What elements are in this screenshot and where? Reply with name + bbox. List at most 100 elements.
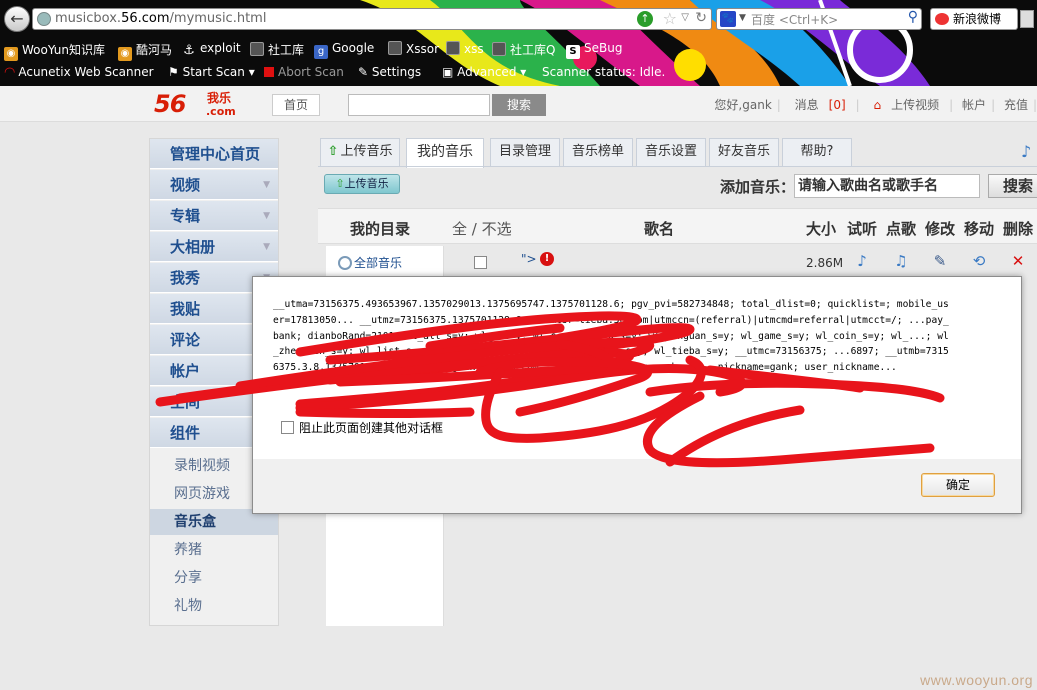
bookmark-xssor[interactable]: Xssor bbox=[388, 41, 439, 56]
google-icon: g bbox=[314, 45, 328, 59]
advanced-button[interactable]: ▣ Advanced ▾ bbox=[442, 65, 526, 79]
sidebar-item-video[interactable]: 视频 ▼ bbox=[150, 170, 278, 200]
header-delete: 删除 bbox=[1003, 220, 1034, 238]
refresh-icon[interactable]: ↻ bbox=[695, 10, 707, 26]
baidu-paw-icon[interactable]: 🐾 bbox=[720, 11, 736, 27]
add-music-input[interactable]: 请输入歌曲名或歌手名 bbox=[794, 174, 980, 198]
site-globe-icon bbox=[37, 12, 51, 26]
delete-icon[interactable]: ✕ bbox=[1009, 252, 1027, 270]
site-search-button[interactable]: 搜索 bbox=[492, 94, 546, 116]
bookmark-shegongku[interactable]: 社工库 bbox=[250, 41, 304, 58]
header-request: 点歌 bbox=[886, 220, 917, 238]
logo-number: 56 bbox=[154, 90, 186, 118]
move-icon[interactable]: ⟲ bbox=[970, 252, 988, 270]
add-music-search-button[interactable]: 搜索 bbox=[988, 174, 1037, 198]
sidebar-sub-gift[interactable]: 礼物 bbox=[150, 593, 278, 619]
abort-scan-button[interactable]: Abort Scan bbox=[264, 65, 344, 79]
upload-arrow-icon: ⇧ bbox=[327, 144, 339, 159]
sidebar-item-home[interactable]: 管理中心首页 bbox=[150, 139, 278, 169]
chevron-down-icon: ▼ bbox=[263, 242, 270, 252]
header-catalog: 我的目录 bbox=[350, 220, 411, 238]
upload-video-link[interactable]: ⌂ 上传视频 bbox=[869, 98, 945, 112]
account-link[interactable]: 帐户 bbox=[962, 98, 986, 112]
tab-divider bbox=[318, 166, 1037, 167]
upload-music-button[interactable]: ⇧上传音乐 bbox=[324, 174, 400, 194]
site-header: 56 我乐 .com 首页 搜索 您好,gank | 消息 [0] | ⌂ 上传视频 | … bbox=[0, 86, 1037, 122]
bookmark-sebug[interactable]: S SeBug bbox=[566, 41, 622, 59]
bookmark-kuhema[interactable]: ◉ 酷河马 bbox=[118, 41, 172, 61]
tab-help[interactable]: 帮助? bbox=[782, 138, 852, 166]
stop-icon bbox=[264, 67, 274, 77]
engine-dropdown-icon[interactable]: ▼ bbox=[739, 13, 746, 23]
row-checkbox[interactable] bbox=[474, 256, 487, 269]
weibo-label: 新浪微博 bbox=[953, 12, 1002, 26]
home-upload-icon: ⌂ bbox=[873, 98, 882, 112]
request-icon[interactable]: ♫ bbox=[892, 252, 910, 270]
rss-icon: ◉ bbox=[4, 47, 18, 61]
table-row: "> ! 2.86M ♪ ♫ ✎ ⟲ ✕ bbox=[318, 246, 1037, 280]
messages-link[interactable]: 消息 [0] bbox=[790, 98, 851, 112]
sidebar-item-album[interactable]: 专辑 ▼ bbox=[150, 201, 278, 231]
suppress-dialogs-checkbox[interactable]: 阻止此页面创建其他对话框 bbox=[281, 419, 443, 436]
grid-icon bbox=[492, 42, 506, 56]
header-move: 移动 bbox=[964, 220, 995, 238]
weibo-button[interactable]: 新浪微博 bbox=[930, 8, 1018, 30]
chevron-down-icon: ▼ bbox=[263, 211, 270, 221]
search-icon[interactable]: ⚲ bbox=[908, 9, 918, 25]
home-button[interactable]: 首页 bbox=[272, 94, 320, 116]
bookmark-google[interactable]: g Google bbox=[314, 41, 374, 59]
bookmark-exploit[interactable]: ⚓ exploit bbox=[182, 41, 240, 58]
bookmarks-bar: ◉ WooYun知识库 ◉ 酷河马 ⚓ exploit 社工库 g Google Xss… bbox=[0, 38, 1037, 62]
suppress-label: 阻止此页面创建其他对话框 bbox=[299, 421, 444, 435]
bookmark-star-icon[interactable]: ☆ bbox=[663, 9, 677, 28]
go-arrow-icon[interactable]: ↑ bbox=[637, 11, 653, 27]
scan-icon: ⚑ bbox=[168, 65, 183, 79]
alert-dialog: __utma=73156375.493653967.1357029013.137… bbox=[252, 276, 1022, 514]
advanced-icon: ▣ bbox=[442, 65, 458, 79]
site-logo[interactable]: 56 我乐 .com bbox=[154, 90, 236, 118]
tab-settings[interactable]: 音乐设置 bbox=[636, 138, 706, 166]
bookmark-xss[interactable]: xss bbox=[446, 41, 484, 56]
header-song-name: 歌名 bbox=[644, 220, 675, 238]
back-button[interactable]: ← bbox=[4, 6, 30, 32]
chevron-down-icon: ▼ bbox=[263, 180, 270, 190]
weibo-icon bbox=[935, 12, 949, 25]
upload-arrow-icon: ⇧ bbox=[335, 177, 345, 190]
browser-chrome: ← musicbox.56.com/mymusic.html ↑ ☆ ▽ ↻ 🐾… bbox=[0, 0, 1037, 86]
start-scan-button[interactable]: ⚑ Start Scan ▾ bbox=[168, 65, 255, 79]
dialog-message: __utma=73156375.493653967.1357029013.137… bbox=[273, 299, 949, 374]
grid-icon bbox=[446, 41, 460, 55]
recharge-link[interactable]: 充值 bbox=[1004, 98, 1028, 112]
bookmark-shegongku-q[interactable]: 社工库Q bbox=[492, 41, 555, 58]
address-bar[interactable]: musicbox.56.com/mymusic.html ↑ ☆ ▽ ↻ bbox=[32, 8, 712, 30]
acunetix-title[interactable]: ◠ Acunetix Web Scanner bbox=[4, 65, 154, 80]
search-engine-bar[interactable]: 🐾 ▼ 百度 <Ctrl+K> ⚲ bbox=[716, 8, 922, 30]
sidebar-sub-pig[interactable]: 养猪 bbox=[150, 537, 278, 563]
tab-friends-music[interactable]: 好友音乐 bbox=[709, 138, 779, 166]
music-note-icon: ♪ bbox=[1021, 142, 1032, 161]
sidebar-item-photo[interactable]: 大相册 ▼ bbox=[150, 232, 278, 262]
site-search-input[interactable] bbox=[348, 94, 490, 116]
bookmark-wooyun[interactable]: ◉ WooYun知识库 bbox=[4, 41, 105, 61]
row-song-name[interactable]: "> bbox=[521, 252, 537, 266]
settings-button[interactable]: ✎ Settings bbox=[358, 65, 421, 79]
toolbar-overflow-button[interactable] bbox=[1020, 10, 1034, 28]
url-text: musicbox.56.com/mymusic.html bbox=[55, 11, 267, 26]
row-size: 2.86M bbox=[806, 256, 844, 270]
history-dropdown-icon[interactable]: ▽ bbox=[681, 12, 689, 23]
greeting[interactable]: 您好,gank bbox=[714, 98, 771, 112]
header-listen: 试听 bbox=[847, 220, 878, 238]
tab-chart[interactable]: 音乐榜单 bbox=[563, 138, 633, 166]
scanner-status: Scanner status: Idle. bbox=[542, 65, 666, 79]
header-select-all[interactable]: 全 / 不选 bbox=[452, 218, 512, 239]
tab-my-music[interactable]: 我的音乐 bbox=[406, 138, 484, 168]
tab-catalog[interactable]: 目录管理 bbox=[490, 138, 560, 166]
add-music-label: 添加音乐： bbox=[720, 178, 796, 196]
listen-icon[interactable]: ♪ bbox=[853, 252, 871, 270]
sidebar-sub-share[interactable]: 分享 bbox=[150, 565, 278, 591]
ok-button[interactable]: 确定 bbox=[921, 473, 995, 497]
checkbox-box[interactable] bbox=[281, 421, 294, 434]
tab-upload-music[interactable]: ⇧ 上传音乐 bbox=[320, 138, 400, 166]
grid-icon bbox=[388, 41, 402, 55]
edit-icon[interactable]: ✎ bbox=[931, 252, 949, 270]
